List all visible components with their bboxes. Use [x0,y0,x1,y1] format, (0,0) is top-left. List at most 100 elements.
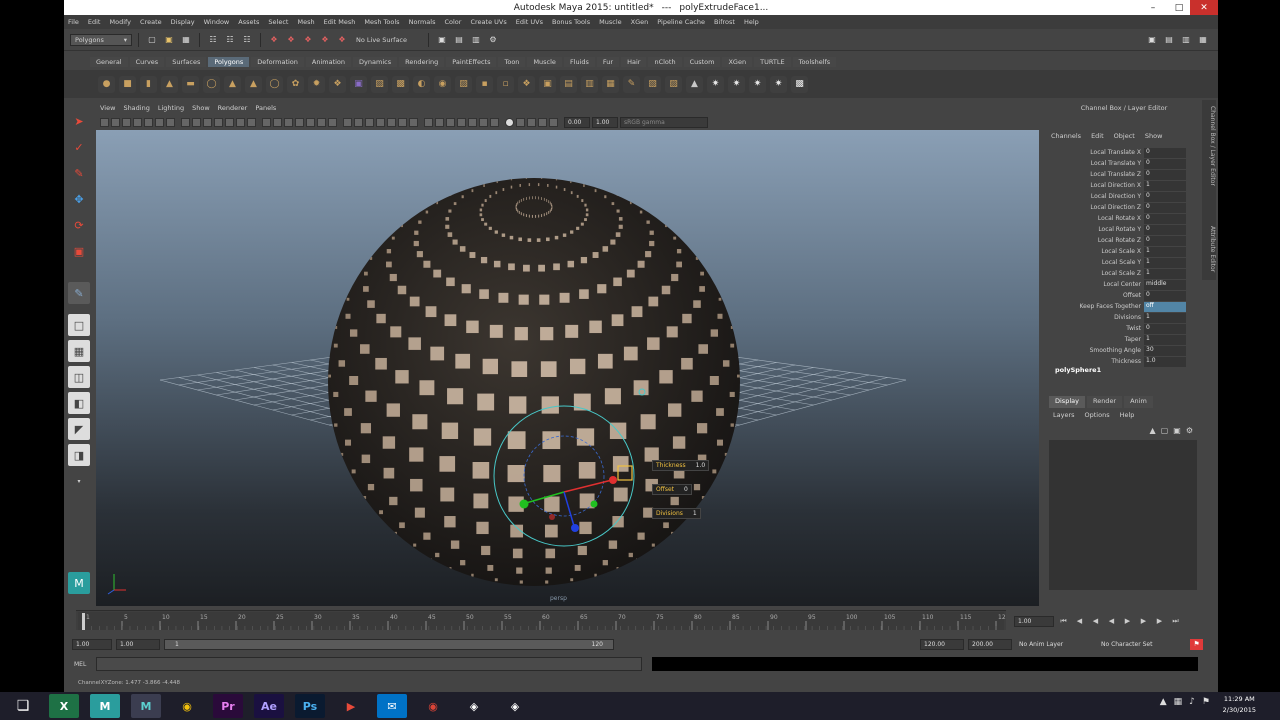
cylinder-icon[interactable]: ▮ [140,75,157,93]
hud-value[interactable]: 1.0 [696,462,706,469]
shelf-tab-rendering[interactable]: Rendering [399,57,445,67]
chrome-icon[interactable]: ◉ [172,694,202,718]
mel-label[interactable]: MEL [74,661,86,668]
viewport-tool-icon[interactable] [435,117,444,127]
bridge-icon[interactable]: ▪ [476,75,493,93]
side-tab-0[interactable]: Channel Box / Layer Editor [1202,106,1216,186]
render-view-icon[interactable]: ▣ [435,33,449,47]
attribute-row[interactable]: Local Translate Y0 [1049,158,1199,169]
layer-tab-display[interactable]: Display [1049,396,1085,408]
toggle-channel-box-icon[interactable]: ▦ [1196,33,1210,47]
attribute-value[interactable]: 1 [1144,246,1186,257]
viewport-tool-icon[interactable] [236,117,245,127]
extract-icon[interactable]: ▩ [392,75,409,93]
platonic-icon[interactable]: ❖ [329,75,346,93]
playback-start-field[interactable]: 1.00 [116,638,160,650]
outlook-icon[interactable]: ✉ [377,694,407,718]
plane-icon[interactable]: ▬ [182,75,199,93]
more-layouts-icon[interactable]: ▾ [68,470,90,492]
append-icon[interactable]: ▫ [497,75,514,93]
scene-canvas[interactable] [96,130,1039,606]
new-empty-layer-icon[interactable]: ▢ [1161,426,1169,435]
shelf-tab-deformation[interactable]: Deformation [251,57,304,67]
close-icon[interactable]: ✕ [1190,0,1218,15]
viewport-menu-view[interactable]: View [100,104,115,114]
viewport-tool-icon[interactable] [516,117,525,127]
select-tool-icon[interactable]: ➤ [68,110,90,132]
snap-curve-icon[interactable]: ❖ [284,33,298,47]
attribute-value[interactable]: 1 [1144,312,1186,323]
viewport-tool-icon[interactable] [203,117,212,127]
excel-icon[interactable]: X [49,694,79,718]
layer-tab-render[interactable]: Render [1086,396,1123,408]
pyramid-icon[interactable]: ▲ [245,75,262,93]
character-set-dropdown[interactable]: No Character Set [1098,638,1186,650]
attribute-row[interactable]: Local Direction X1 [1049,180,1199,191]
viewport-tool-icon[interactable] [262,117,271,127]
manip-y-handle[interactable] [519,499,529,509]
fill-hole-icon[interactable]: ▧ [644,75,661,93]
viewport-tool-icon[interactable] [181,117,190,127]
live-surface-field[interactable]: No Live Surface [352,33,422,46]
menu-mesh-tools[interactable]: Mesh Tools [364,18,399,26]
exposure-field[interactable]: 0.00 [564,116,590,128]
viewport-tool-icon[interactable] [538,117,547,127]
shelf-tab-dynamics[interactable]: Dynamics [353,57,398,67]
attribute-value[interactable]: 30 [1144,345,1186,356]
toggle-tool-settings-icon[interactable]: ▥ [1179,33,1193,47]
attribute-label[interactable]: Taper [1049,336,1144,343]
sphere-body[interactable] [328,178,740,586]
manip-x-handle[interactable] [609,476,617,484]
attribute-row[interactable]: Local Rotate Z0 [1049,235,1199,246]
menu-normals[interactable]: Normals [409,18,436,26]
attribute-row[interactable]: Offset 0 [1049,290,1199,301]
start-time-field[interactable]: 1.00 [72,638,112,650]
booleans-icon[interactable]: ◐ [413,75,430,93]
viewport-tool-icon[interactable] [490,117,499,127]
attribute-row[interactable]: Local Scale Y1 [1049,257,1199,268]
attribute-row[interactable]: Local Translate X0 [1049,147,1199,158]
menu-help[interactable]: Help [744,18,759,26]
persp-outliner-layout-icon[interactable]: ◧ [68,392,90,414]
sculpt-icon[interactable]: ✎ [623,75,640,93]
attribute-value[interactable]: 0 [1144,147,1186,158]
gamma-field[interactable]: 1.00 [592,116,618,128]
viewport-tool-icon[interactable] [376,117,385,127]
shelf-tab-fur[interactable]: Fur [596,57,620,67]
attribute-value[interactable]: 0 [1144,235,1186,246]
attribute-row[interactable]: Local Rotate X0 [1049,213,1199,224]
attribute-value[interactable]: 0 [1144,191,1186,202]
shelf-tab-animation[interactable]: Animation [305,57,352,67]
viewport-tool-icon[interactable] [479,117,488,127]
attribute-value[interactable]: 0 [1144,290,1186,301]
new-scene-icon[interactable]: ▢ [145,33,159,47]
shelf-tab-toolshelfs[interactable]: Toolshelfs [792,57,837,67]
helix-icon[interactable]: ✿ [287,75,304,93]
cube-icon[interactable]: ■ [119,75,136,93]
menu-select[interactable]: Select [268,18,288,26]
hud-divisions[interactable]: Divisions 1 [652,508,701,519]
shelf-tab-xgen[interactable]: XGen [722,57,753,67]
layer-menu-layers[interactable]: Layers [1053,411,1075,421]
torus-icon[interactable]: ◯ [203,75,220,93]
maya-active-icon[interactable]: M [131,694,161,718]
animation-prefs-icon[interactable]: ⚑ [1190,638,1203,650]
menu-bonus-tools[interactable]: Bonus Tools [552,18,590,26]
bevel-icon[interactable]: ▣ [539,75,556,93]
viewport-tool-icon[interactable] [457,117,466,127]
menu-bifrost[interactable]: Bifrost [714,18,735,26]
play-backwards-icon[interactable]: ◀ [1105,616,1118,627]
attribute-label[interactable]: Local Rotate X [1049,215,1144,222]
attribute-value[interactable]: 1 [1144,257,1186,268]
attribute-label[interactable]: Local Scale Y [1049,259,1144,266]
layer-list[interactable] [1049,440,1197,590]
viewport-tool-icon[interactable] [247,117,256,127]
maya-icon[interactable]: M [90,694,120,718]
viewport-tool-icon[interactable] [409,117,418,127]
hud-offset[interactable]: Offset 0 [652,484,692,495]
viewport-tool-icon[interactable] [144,117,153,127]
menu-mesh[interactable]: Mesh [297,18,314,26]
viewport-tool-icon[interactable] [398,117,407,127]
step-forward-icon[interactable]: ▶ [1153,616,1166,627]
attribute-row[interactable]: Local Rotate Y0 [1049,224,1199,235]
